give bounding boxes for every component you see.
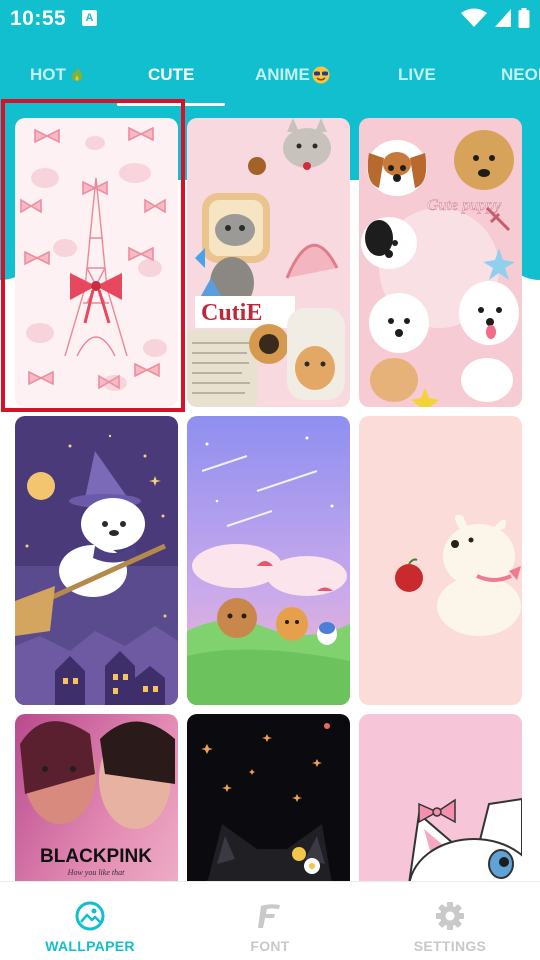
wallpaper-card-pink-bows[interactable] — [15, 118, 178, 407]
status-bar: 10:55 A — [0, 0, 540, 38]
witch-bear-image — [15, 416, 178, 705]
blackpink-text: BLACKPINK — [40, 846, 152, 867]
tab-hot[interactable]: HOT — [30, 62, 86, 88]
nav-settings[interactable]: SETTINGS — [360, 882, 540, 960]
nav-font-label: FONT — [250, 938, 290, 954]
status-time: 10:55 — [10, 7, 67, 30]
nav-font[interactable]: FONT — [180, 882, 360, 960]
wallpaper-card-bears-picnic[interactable] — [187, 416, 350, 705]
bears-picnic-image — [187, 416, 350, 705]
nav-wallpaper-label: WALLPAPER — [45, 938, 135, 954]
battery-icon — [518, 8, 530, 28]
sunglasses-emoji-icon — [312, 66, 330, 84]
tab-cute[interactable]: CUTE — [148, 62, 194, 88]
gear-icon — [436, 902, 464, 930]
tab-anime[interactable]: ANIME — [255, 62, 330, 88]
wallpaper-card-puppies[interactable]: Gute puppy — [359, 118, 522, 407]
cutie-text: CutiE — [201, 300, 262, 326]
blackpink-subtitle-text: How you like that — [67, 868, 125, 877]
tab-cute-label: CUTE — [148, 65, 195, 84]
cats-collage-image: CutiE — [187, 118, 350, 407]
nav-wallpaper[interactable]: WALLPAPER — [0, 882, 180, 960]
wallpaper-card-witch-bear[interactable] — [15, 416, 178, 705]
wifi-icon — [461, 8, 487, 27]
wallpaper-card-white-puppy[interactable] — [359, 416, 522, 705]
tab-live[interactable]: LIVE — [398, 62, 436, 88]
tab-anime-label: ANIME — [255, 65, 310, 84]
white-puppy-image — [359, 416, 522, 705]
pink-bows-eiffel-image — [15, 118, 178, 407]
wallpaper-card-cats-collage[interactable]: CutiE — [187, 118, 350, 407]
bottom-navigation: WALLPAPER FONT SETTINGS — [0, 881, 540, 960]
active-tab-indicator — [117, 103, 225, 106]
wallpaper-icon — [75, 901, 105, 931]
signal-icon — [495, 9, 511, 27]
app-screen: 10:55 A HOT CUTE ANIME LIVE NEO CutiE Gu… — [0, 0, 540, 960]
tab-hot-label: HOT — [30, 65, 66, 84]
a-icon: A — [82, 10, 97, 26]
category-tabs: HOT CUTE ANIME LIVE NEON — [0, 52, 540, 108]
cute-puppies-image: Gute puppy — [359, 118, 522, 407]
font-icon — [258, 904, 280, 928]
tab-neon-label: NEON — [501, 65, 540, 84]
tab-neon[interactable]: NEON — [501, 62, 540, 88]
nav-settings-label: SETTINGS — [413, 938, 487, 954]
tab-live-label: LIVE — [398, 65, 436, 84]
fire-icon — [71, 67, 83, 81]
